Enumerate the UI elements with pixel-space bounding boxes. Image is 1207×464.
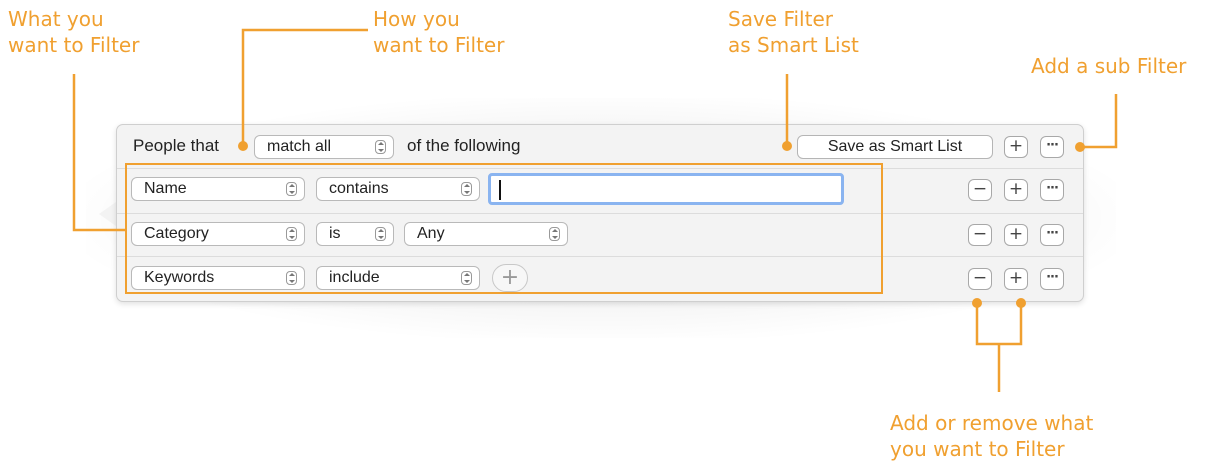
callout-save-filter: Save Filter as Smart List [728,7,859,57]
add-row-button[interactable]: + [1004,224,1028,246]
field-popup-label: Name [144,180,187,197]
operator-popup-label: include [329,269,380,286]
callout-how-to-filter: How you want to Filter [373,7,505,57]
more-options-button[interactable]: ··· [1040,136,1064,158]
operator-popup-include[interactable]: include [316,266,480,290]
field-popup-keywords[interactable]: Keywords [131,266,305,290]
operator-popup-label: is [329,225,341,242]
popup-arrows-icon [286,227,297,241]
field-popup-label: Keywords [144,269,215,286]
value-popup-label: Any [417,225,445,242]
row-more-button[interactable]: ··· [1040,179,1064,201]
operator-popup-is[interactable]: is [316,222,394,246]
popup-arrows-icon [375,140,386,154]
row-more-button[interactable]: ··· [1040,268,1064,290]
popup-arrows-icon [286,271,297,285]
remove-row-button[interactable]: − [968,224,992,246]
filter-row-name: Name contains − + ··· [117,169,1083,212]
popover-pointer [99,202,116,226]
operator-popup-label: contains [329,180,389,197]
popup-arrows-icon [461,182,472,196]
callout-add-sub-filter: Add a sub Filter [1031,54,1187,78]
popup-arrows-icon [286,182,297,196]
header-row: People that match all of the following S… [117,125,1083,168]
operator-popup-contains[interactable]: contains [316,177,480,201]
save-as-smart-list-button[interactable]: Save as Smart List [797,135,993,159]
add-sub-filter-button[interactable]: + [1004,136,1028,158]
value-text-field[interactable] [488,173,844,205]
of-the-following-label: of the following [407,136,521,155]
filter-row-category: Category is Any − + ··· [117,214,1083,257]
text-caret [499,180,501,200]
popup-arrows-icon [461,271,472,285]
add-row-button[interactable]: + [1004,268,1028,290]
field-popup-category[interactable]: Category [131,222,305,246]
popup-arrows-icon [375,227,386,241]
field-popup-label: Category [144,225,209,242]
add-keyword-plus-icon[interactable]: + [492,264,528,292]
match-popup[interactable]: match all [254,135,394,159]
filter-row-keywords: Keywords include + − + ··· [117,257,1083,300]
remove-row-button[interactable]: − [968,268,992,290]
value-popup-any[interactable]: Any [404,222,568,246]
field-popup-name[interactable]: Name [131,177,305,201]
people-that-label: People that [133,136,220,155]
remove-row-button[interactable]: − [968,179,992,201]
callout-what-to-filter: What you want to Filter [8,7,140,57]
add-row-button[interactable]: + [1004,179,1028,201]
row-more-button[interactable]: ··· [1040,224,1064,246]
callout-add-remove: Add or remove what you want to Filter [890,411,1094,461]
match-popup-value: match all [267,138,332,155]
filter-panel: People that match all of the following S… [116,124,1084,302]
popup-arrows-icon [549,227,560,241]
